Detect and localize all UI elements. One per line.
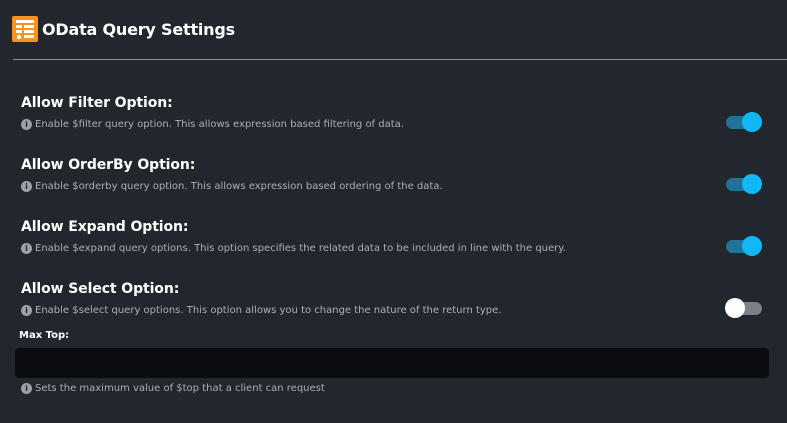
setting-description-text: Enable $filter query option. This allows…	[35, 119, 404, 130]
toggle-knob	[742, 112, 762, 132]
max-top-help-text: Sets the maximum value of $top that a cl…	[35, 383, 325, 394]
setting-description-text: Enable $select query options. This optio…	[35, 305, 502, 316]
setting-description: i Enable $select query options. This opt…	[21, 305, 501, 316]
allow-expand-toggle[interactable]	[725, 236, 762, 256]
page-title: OData Query Settings	[42, 19, 235, 39]
setting-description: i Enable $orderby query option. This all…	[21, 181, 443, 192]
setting-title: Allow OrderBy Option:	[21, 157, 196, 173]
setting-description: i Enable $filter query option. This allo…	[21, 119, 404, 130]
max-top-input[interactable]	[15, 348, 769, 378]
toggle-knob	[725, 298, 745, 318]
toggle-knob	[742, 236, 762, 256]
setting-allow-select: Allow Select Option: i Enable $select qu…	[21, 281, 787, 331]
allow-filter-toggle[interactable]	[725, 112, 762, 132]
info-icon: i	[21, 383, 32, 394]
info-icon: i	[21, 119, 32, 130]
setting-allow-expand: Allow Expand Option: i Enable $expand qu…	[21, 219, 787, 269]
page-header: OData Query Settings	[12, 15, 235, 43]
info-icon: i	[21, 243, 32, 254]
setting-description-text: Enable $orderby query option. This allow…	[35, 181, 443, 192]
odata-settings-icon	[12, 16, 38, 42]
setting-allow-filter: Allow Filter Option: i Enable $filter qu…	[21, 95, 787, 145]
header-divider	[13, 59, 787, 60]
info-icon: i	[21, 305, 32, 316]
allow-select-toggle[interactable]	[725, 298, 762, 318]
setting-title: Allow Expand Option:	[21, 219, 189, 235]
max-top-label: Max Top:	[19, 330, 70, 341]
setting-title: Allow Filter Option:	[21, 95, 173, 111]
allow-orderby-toggle[interactable]	[725, 174, 762, 194]
setting-description-text: Enable $expand query options. This optio…	[35, 243, 566, 254]
toggle-knob	[742, 174, 762, 194]
max-top-help: i Sets the maximum value of $top that a …	[21, 383, 325, 394]
setting-allow-orderby: Allow OrderBy Option: i Enable $orderby …	[21, 157, 787, 207]
setting-title: Allow Select Option:	[21, 281, 180, 297]
info-icon: i	[21, 181, 32, 192]
setting-description: i Enable $expand query options. This opt…	[21, 243, 566, 254]
